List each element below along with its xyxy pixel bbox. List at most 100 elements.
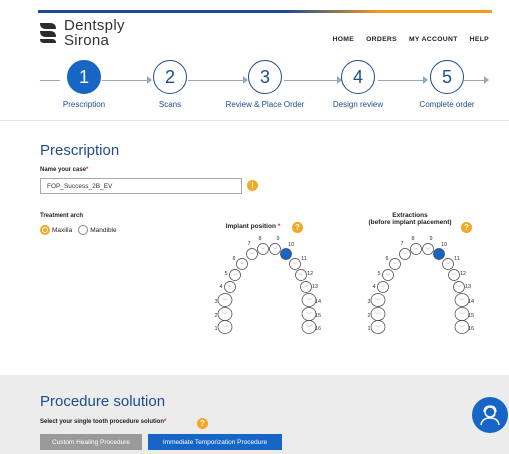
step-number: 1 [67,60,101,94]
tooth-shape[interactable] [448,269,460,281]
extraction-tooth-chart[interactable]: 12345678 910111213141516 [353,230,483,340]
extraction-tooth-15[interactable]: 15 [454,307,474,321]
tooth-shape[interactable] [301,307,317,321]
extraction-tooth-3[interactable]: 3 [367,293,386,307]
case-name-input[interactable] [40,178,242,194]
step-label: Review & Place Order [225,100,305,109]
step-prescription[interactable]: 1 Prescription [39,60,129,109]
brand-name: Dentsply Sirona [64,18,125,48]
step-number: 4 [341,60,375,94]
tooth-shape[interactable] [370,293,386,307]
implant-tooth-7[interactable]: 7 [246,241,258,260]
implant-tooth-chart[interactable]: 12345678 910111213141516 [200,230,330,340]
tooth-shape[interactable] [236,258,248,270]
tooth-shape[interactable] [224,281,236,293]
tooth-shape[interactable] [246,248,258,260]
tooth-shape[interactable] [300,281,312,293]
tooth-number-label: 9 [429,236,432,242]
tooth-shape[interactable] [370,320,386,334]
tooth-shape[interactable] [382,269,394,281]
tooth-shape[interactable] [229,269,241,281]
radio-mandible[interactable] [78,225,89,235]
tooth-number-label: 12 [307,271,313,277]
tooth-number-label: 8 [258,236,261,242]
implant-tooth-13[interactable]: 13 [300,281,319,293]
implant-tooth-3[interactable]: 3 [214,293,233,307]
tooth-shape[interactable] [433,248,445,260]
implant-tooth-16[interactable]: 16 [301,320,321,334]
implant-tooth-8[interactable]: 8 [257,236,269,255]
tooth-shape[interactable] [453,281,465,293]
step-design-review[interactable]: 4 Design review [313,60,403,109]
extraction-tooth-12[interactable]: 12 [448,269,467,281]
step-label: Prescription [62,100,106,109]
nav-my-account[interactable]: MY ACCOUNT [409,36,458,43]
arch-option-label: Mandible [90,226,117,234]
implant-tooth-5[interactable]: 5 [224,269,241,281]
tooth-shape[interactable] [217,307,233,321]
nav-home[interactable]: HOME [332,36,354,43]
tooth-shape[interactable] [217,320,233,334]
tooth-shape[interactable] [289,258,301,270]
nav-orders[interactable]: ORDERS [366,36,397,43]
tooth-shape[interactable] [454,293,470,307]
brand-logo[interactable]: Dentsply Sirona [38,18,125,48]
extraction-tooth-1[interactable]: 1 [367,320,386,334]
support-chat-button[interactable] [472,397,508,433]
immediate-temporization-procedure-button[interactable]: Immediate Temporization Procedure [148,434,282,450]
tooth-shape[interactable] [454,320,470,334]
tooth-shape[interactable] [217,293,233,307]
tooth-shape[interactable] [422,243,434,255]
tooth-shape[interactable] [301,320,317,334]
procedure-label: Select your single tooth procedure solut… [40,419,166,425]
implant-tooth-15[interactable]: 15 [301,307,321,321]
tooth-shape[interactable] [454,307,470,321]
tooth-shape[interactable] [295,269,307,281]
implant-tooth-1[interactable]: 1 [214,320,233,334]
extraction-tooth-4[interactable]: 4 [372,281,389,293]
tooth-shape[interactable] [399,248,411,260]
custom-healing-procedure-button[interactable]: Custom Healing Procedure [40,434,142,450]
help-icon[interactable]: ? [197,418,208,429]
step-scans[interactable]: 2 Scans [125,60,215,109]
top-nav: HOME ORDERS MY ACCOUNT HELP [332,36,489,43]
extraction-tooth-10[interactable]: 10 [433,242,448,260]
tooth-shape[interactable] [301,293,317,307]
implant-tooth-11[interactable]: 11 [289,256,307,270]
tooth-shape[interactable] [377,281,389,293]
tooth-shape[interactable] [389,258,401,270]
extraction-tooth-14[interactable]: 14 [454,293,474,307]
nav-help[interactable]: HELP [470,36,489,43]
tooth-shape[interactable] [280,248,292,260]
tooth-shape[interactable] [370,307,386,321]
arch-option-mandible[interactable]: Mandible [78,225,117,235]
arch-option-label: Maxilla [52,226,73,234]
tooth-shape[interactable] [257,243,269,255]
implant-tooth-14[interactable]: 14 [301,293,321,307]
step-review-place-order[interactable]: 3 Review & Place Order [220,60,310,109]
implant-tooth-4[interactable]: 4 [219,281,236,293]
tooth-shape[interactable] [442,258,454,270]
extraction-tooth-5[interactable]: 5 [377,269,394,281]
warning-icon[interactable]: ! [247,180,258,191]
tooth-shape[interactable] [410,243,422,255]
extraction-tooth-2[interactable]: 2 [367,307,386,321]
procedure-label-text: Select your single tooth procedure solut… [40,419,165,425]
extraction-tooth-7[interactable]: 7 [399,241,411,260]
implant-tooth-9[interactable]: 9 [269,236,281,255]
step-complete-order[interactable]: 5 Complete order [402,60,492,109]
arch-option-maxilla[interactable]: Maxilla [40,225,72,235]
implant-tooth-12[interactable]: 12 [295,269,314,281]
tooth-shape[interactable] [269,243,281,255]
extraction-tooth-6[interactable]: 6 [385,256,401,270]
tooth-number-label: 7 [247,241,250,247]
extraction-tooth-11[interactable]: 11 [442,256,460,270]
implant-tooth-10[interactable]: 10 [280,242,295,260]
extraction-tooth-16[interactable]: 16 [454,320,474,334]
extraction-tooth-8[interactable]: 8 [410,236,422,255]
implant-tooth-6[interactable]: 6 [232,256,248,270]
extraction-tooth-13[interactable]: 13 [453,281,472,293]
extraction-tooth-9[interactable]: 9 [422,236,434,255]
radio-maxilla[interactable] [40,225,50,235]
implant-tooth-2[interactable]: 2 [214,307,233,321]
